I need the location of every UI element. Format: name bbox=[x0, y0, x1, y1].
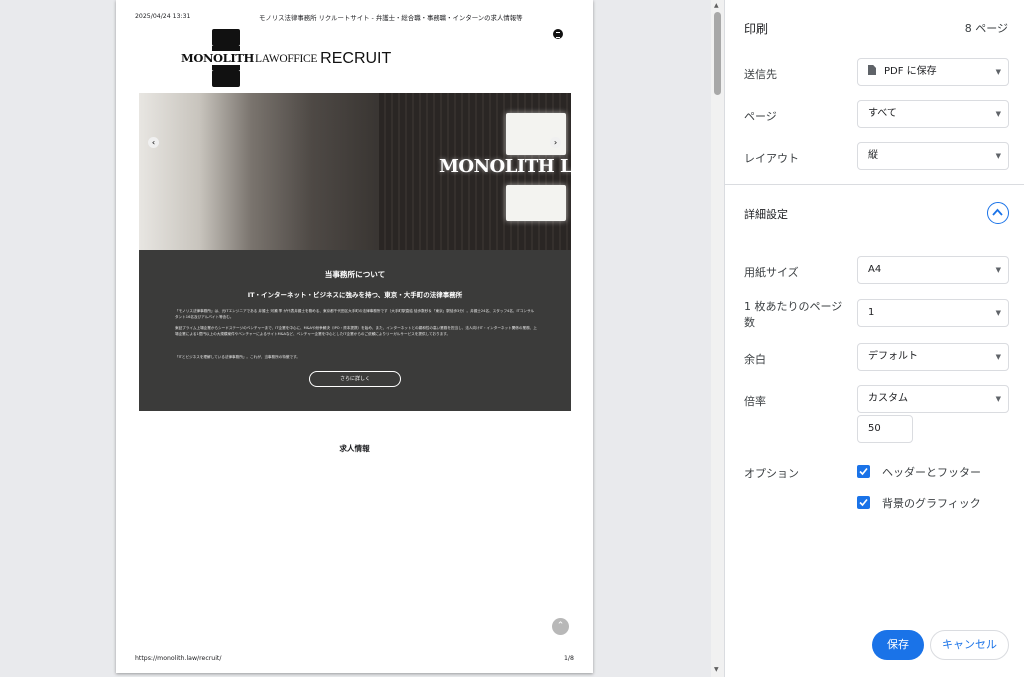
hero-sign-text: MONOLITH L bbox=[439, 156, 571, 177]
pages-select[interactable]: すべて ▼ bbox=[857, 100, 1009, 128]
chevron-down-icon: ▼ bbox=[995, 266, 1001, 274]
divider bbox=[725, 184, 1024, 185]
page-count: 8 ページ bbox=[964, 22, 1008, 35]
margins-label: 余白 bbox=[744, 353, 766, 366]
about-paragraph: 東証プライム上場企業からシードステージのベンチャーまで、IT企業を中心に、M&A… bbox=[175, 326, 537, 336]
logo-recruit: RECRUIT bbox=[320, 50, 392, 67]
panel-title: 印刷 bbox=[744, 22, 769, 36]
chevron-up-icon bbox=[992, 208, 1003, 216]
headers-footers-checkbox[interactable] bbox=[857, 465, 870, 478]
chevron-down-icon: ▼ bbox=[995, 68, 1001, 76]
chevron-down-icon: ▼ bbox=[995, 309, 1001, 317]
advanced-settings-toggle[interactable] bbox=[987, 202, 1009, 224]
scale-input[interactable]: 50 bbox=[857, 415, 913, 443]
about-paragraph: 「ITとビジネスを理解している法律事務所」。これが、当事務所の特徴です。 bbox=[175, 355, 300, 359]
about-heading: 当事務所について bbox=[324, 270, 386, 279]
scroll-down-arrow-icon[interactable]: ▼ bbox=[714, 666, 719, 673]
layout-select[interactable]: 縦 ▼ bbox=[857, 142, 1009, 170]
carousel-prev-icon: ‹ bbox=[148, 137, 159, 148]
cancel-button[interactable]: キャンセル bbox=[930, 630, 1009, 660]
paper-size-label: 用紙サイズ bbox=[744, 266, 799, 279]
background-graphics-checkbox[interactable] bbox=[857, 496, 870, 509]
chevron-down-icon: ▼ bbox=[995, 110, 1001, 118]
destination-label: 送信先 bbox=[744, 68, 777, 81]
chevron-down-icon: ▼ bbox=[995, 152, 1001, 160]
page-footer-number: 1/8 bbox=[564, 655, 574, 662]
logo-lawoffice: LAWOFFICE bbox=[254, 53, 318, 65]
page-footer-url: https://monolith.law/recruit/ bbox=[135, 655, 222, 662]
carousel-next-icon: › bbox=[550, 137, 561, 148]
preview-scrollbar[interactable]: ▲ ▼ bbox=[711, 0, 724, 677]
background-graphics-label[interactable]: 背景のグラフィック bbox=[882, 495, 981, 511]
about-subheading: IT・インターネット・ビジネスに強みを持つ、東京・大手町の法律事務所 bbox=[247, 291, 463, 299]
paper-size-select[interactable]: A4 ▼ bbox=[857, 256, 1009, 284]
about-section: 当事務所について IT・インターネット・ビジネスに強みを持つ、東京・大手町の法律… bbox=[139, 250, 571, 411]
checkmark-icon bbox=[859, 498, 868, 507]
headers-footers-label[interactable]: ヘッダーとフッター bbox=[882, 464, 981, 480]
page-header-title: モノリス法律事務所 リクルートサイト - 弁護士・総合職・事務職・インターンの求… bbox=[259, 14, 523, 22]
scroll-to-top-icon: ⌃ bbox=[552, 618, 569, 635]
file-icon bbox=[868, 65, 876, 75]
advanced-settings-label: 詳細設定 bbox=[744, 208, 788, 221]
menu-icon bbox=[553, 29, 563, 39]
print-settings-panel: 印刷 8 ページ 送信先 PDF に保存 ▼ ページ すべて ▼ レイアウト 縦… bbox=[724, 0, 1024, 677]
pages-per-sheet-select[interactable]: 1 ▼ bbox=[857, 299, 1009, 327]
scroll-up-arrow-icon[interactable]: ▲ bbox=[714, 2, 719, 9]
print-preview-area: 2025/04/24 13:31 モノリス法律事務所 リクルートサイト - 弁護… bbox=[0, 0, 711, 677]
chevron-down-icon: ▼ bbox=[995, 395, 1001, 403]
chevron-down-icon: ▼ bbox=[995, 353, 1001, 361]
margins-select[interactable]: デフォルト ▼ bbox=[857, 343, 1009, 371]
logo-monolith: MONOLITH bbox=[180, 51, 255, 65]
about-paragraph: 「モノリス法律事務所」は、元ITエンジニアである 弁護士 河瀬 季 が代表弁護士… bbox=[175, 309, 535, 319]
scrollbar-thumb[interactable] bbox=[714, 12, 721, 95]
save-button[interactable]: 保存 bbox=[872, 630, 924, 660]
checkmark-icon bbox=[859, 467, 868, 476]
layout-label: レイアウト bbox=[744, 152, 799, 165]
destination-select[interactable]: PDF に保存 ▼ bbox=[857, 58, 1009, 86]
options-label: オプション bbox=[744, 467, 799, 480]
jobs-heading: 求人情報 bbox=[339, 444, 370, 453]
site-logo: MONOLITHLAWOFFICE RECRUIT bbox=[180, 29, 392, 89]
scale-label: 倍率 bbox=[744, 395, 766, 408]
more-details-button: さらに詳しく bbox=[309, 371, 401, 387]
preview-page: 2025/04/24 13:31 モノリス法律事務所 リクルートサイト - 弁護… bbox=[116, 0, 593, 673]
pages-per-sheet-label: 1 枚あたりのページ 数 bbox=[744, 300, 843, 329]
hero-image: MONOLITH L bbox=[139, 93, 571, 250]
pages-label: ページ bbox=[744, 110, 777, 123]
scale-select[interactable]: カスタム ▼ bbox=[857, 385, 1009, 413]
page-header-date: 2025/04/24 13:31 bbox=[135, 13, 191, 20]
